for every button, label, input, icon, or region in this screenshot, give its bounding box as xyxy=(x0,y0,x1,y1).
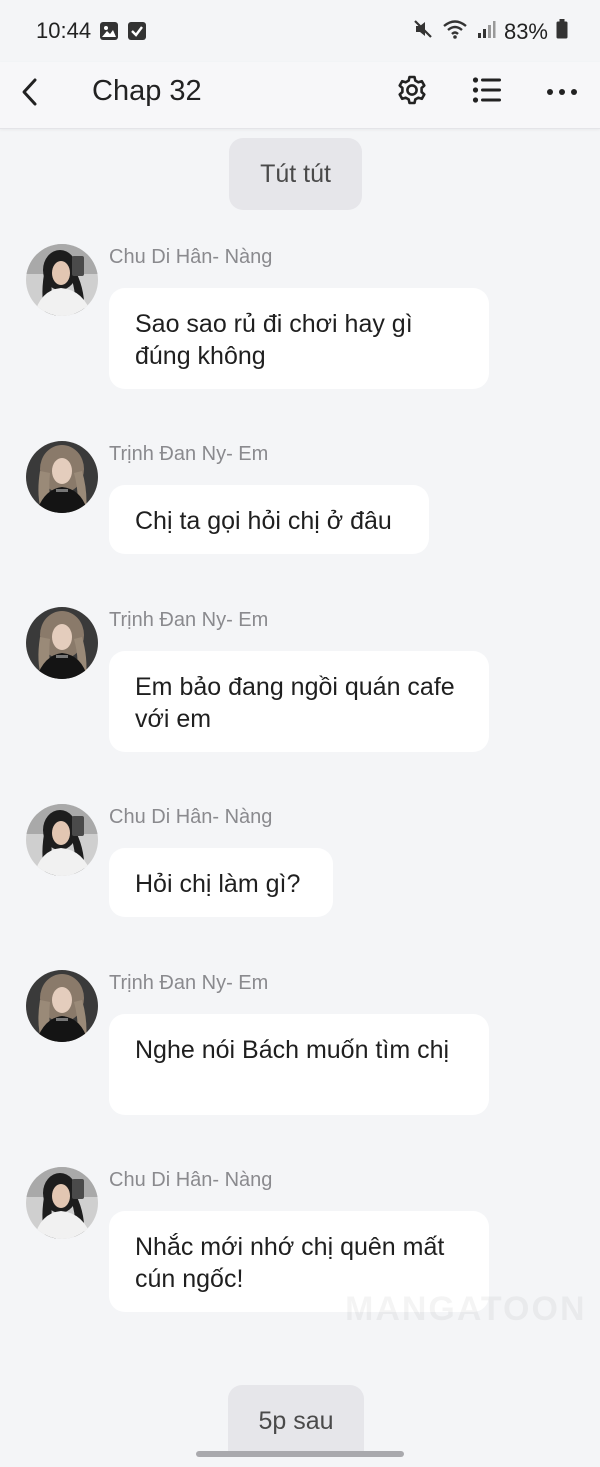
avatar[interactable] xyxy=(26,441,98,513)
avatar[interactable] xyxy=(26,607,98,679)
settings-button[interactable] xyxy=(392,72,432,112)
status-bar: 10:44 83% xyxy=(0,0,600,62)
back-button[interactable] xyxy=(14,74,44,114)
message-bubble[interactable]: Em bảo đang ngồi quán cafe với em xyxy=(109,651,489,752)
system-message-text: 5p sau xyxy=(258,1406,334,1435)
message-bubble[interactable]: Hỏi chị làm gì? xyxy=(109,848,333,917)
sender-name: Chu Di Hân- Nàng xyxy=(109,1169,273,1191)
more-icon xyxy=(546,83,578,101)
message-text: Nhắc mới nhớ chị quên mất cún ngốc! xyxy=(135,1233,445,1293)
message-text: Sao sao rủ đi chơi hay gì đúng không xyxy=(135,310,413,370)
message-text: Hỏi chị làm gì? xyxy=(135,870,301,898)
message-text: Em bảo đang ngồi quán cafe với em xyxy=(135,673,455,733)
message-bubble[interactable]: Chị ta gọi hỏi chị ở đâu xyxy=(109,485,429,554)
system-message-top: Tút tút xyxy=(229,138,362,210)
back-arrow-icon xyxy=(19,76,39,113)
sender-name: Trịnh Đan Ny- Em xyxy=(109,972,269,994)
avatar[interactable] xyxy=(26,244,98,316)
wifi-icon xyxy=(442,18,468,45)
chapter-title: Chap 32 xyxy=(92,75,202,107)
sender-name: Trịnh Đan Ny- Em xyxy=(109,443,269,465)
chat-content[interactable]: Tút tút Chu Di Hân- Nàng Sao sao rủ đi c… xyxy=(0,129,600,1467)
home-indicator[interactable] xyxy=(196,1451,404,1457)
sender-name: Trịnh Đan Ny- Em xyxy=(109,609,269,631)
sender-name: Chu Di Hân- Nàng xyxy=(109,806,273,828)
system-message-bottom: 5p sau xyxy=(228,1385,364,1457)
list-icon xyxy=(472,76,502,109)
signal-icon xyxy=(476,19,496,44)
message-bubble[interactable]: Nghe nói Bách muốn tìm chị xyxy=(109,1014,489,1115)
watermark-logo: MANGATOON xyxy=(345,1290,587,1329)
status-time: 10:44 xyxy=(36,18,92,43)
battery-percent: 83% xyxy=(503,18,548,44)
avatar[interactable] xyxy=(26,804,98,876)
checkbox-notification-icon xyxy=(127,21,147,46)
app-header: Chap 32 xyxy=(0,62,600,129)
avatar[interactable] xyxy=(26,1167,98,1239)
system-message-text: Tút tút xyxy=(260,159,331,188)
sender-name: Chu Di Hân- Nàng xyxy=(109,246,273,268)
status-right: 83% xyxy=(412,18,568,45)
more-options-button[interactable] xyxy=(542,72,582,112)
message-bubble[interactable]: Sao sao rủ đi chơi hay gì đúng không xyxy=(109,288,489,389)
status-left-icons xyxy=(99,21,147,46)
chapter-list-button[interactable] xyxy=(467,72,507,112)
battery-icon xyxy=(556,19,568,44)
avatar[interactable] xyxy=(26,970,98,1042)
message-text: Chị ta gọi hỏi chị ở đâu xyxy=(135,507,392,535)
gallery-icon xyxy=(99,21,119,46)
mute-icon xyxy=(412,18,434,45)
gear-icon xyxy=(396,74,428,111)
message-text: Nghe nói Bách muốn tìm chị xyxy=(135,1036,450,1064)
